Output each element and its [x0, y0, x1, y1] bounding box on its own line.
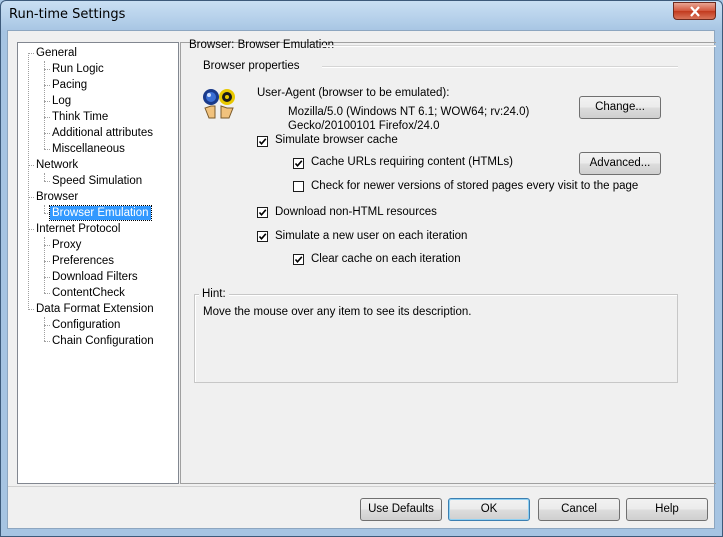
- check-newer-versions-label[interactable]: Check for newer versions of stored pages…: [311, 180, 638, 192]
- cache-urls-checkbox[interactable]: [293, 158, 304, 169]
- tree-item-general[interactable]: General: [34, 46, 79, 60]
- simulate-new-user-checkbox[interactable]: [257, 231, 268, 242]
- use-defaults-button[interactable]: Use Defaults: [360, 498, 442, 521]
- tree-item-additional-attributes[interactable]: Additional attributes: [50, 126, 155, 140]
- tree-item-think-time[interactable]: Think Time: [50, 110, 110, 124]
- browser-emulation-icon: [203, 89, 235, 119]
- tree-item-miscellaneous[interactable]: Miscellaneous: [50, 142, 127, 156]
- user-agent-value-line2: Gecko/20100101 Firefox/24.0: [288, 120, 440, 132]
- tree-item-chain-configuration[interactable]: Chain Configuration: [50, 334, 156, 348]
- hint-text: Move the mouse over any item to see its …: [203, 306, 472, 318]
- checkmark-icon: [258, 209, 267, 217]
- close-icon: [690, 6, 700, 17]
- user-agent-label: User-Agent (browser to be emulated):: [257, 87, 450, 99]
- simulate-cache-checkbox[interactable]: [257, 136, 268, 147]
- advanced-button[interactable]: Advanced...: [579, 152, 661, 175]
- cancel-button[interactable]: Cancel: [538, 498, 620, 521]
- tree-item-browser-emulation[interactable]: Browser Emulation: [49, 205, 152, 221]
- close-button[interactable]: [673, 2, 716, 20]
- tree-connector: [44, 205, 45, 213]
- clear-cache-checkbox[interactable]: [293, 254, 304, 265]
- clear-cache-label[interactable]: Clear cache on each iteration: [311, 253, 461, 265]
- download-non-html-label[interactable]: Download non-HTML resources: [275, 206, 437, 218]
- footer-divider: [8, 486, 714, 487]
- cache-urls-label[interactable]: Cache URLs requiring content (HTMLs): [311, 156, 513, 168]
- tree-item-pacing[interactable]: Pacing: [50, 78, 89, 92]
- download-non-html-checkbox[interactable]: [257, 207, 268, 218]
- tree-item-proxy[interactable]: Proxy: [50, 238, 83, 252]
- title-bar[interactable]: Run-time Settings: [1, 1, 722, 31]
- simulate-new-user-label[interactable]: Simulate a new user on each iteration: [275, 230, 467, 242]
- tree-item-browser[interactable]: Browser: [34, 190, 80, 204]
- settings-tree[interactable]: General Run Logic Pacing Log Think Time Addit…: [17, 42, 179, 484]
- tree-item-speed-simulation[interactable]: Speed Simulation: [50, 174, 144, 188]
- section-divider: [322, 66, 678, 68]
- tree-item-configuration[interactable]: Configuration: [50, 318, 122, 332]
- heading-divider: [322, 45, 716, 47]
- tree-item-internet-protocol[interactable]: Internet Protocol: [34, 222, 122, 236]
- tree-item-preferences[interactable]: Preferences: [50, 254, 116, 268]
- change-button[interactable]: Change...: [579, 96, 661, 119]
- hint-title: Hint:: [199, 288, 229, 300]
- checkmark-icon: [294, 256, 303, 264]
- tree-item-download-filters[interactable]: Download Filters: [50, 270, 140, 284]
- tree-item-run-logic[interactable]: Run Logic: [50, 62, 106, 76]
- tree-connector: [44, 61, 45, 149]
- user-agent-value-line1: Mozilla/5.0 (Windows NT 6.1; WOW64; rv:2…: [288, 106, 530, 118]
- tree-item-contentcheck[interactable]: ContentCheck: [50, 286, 127, 300]
- tree-connector: [44, 317, 45, 341]
- window-title: Run-time Settings: [9, 7, 126, 22]
- checkmark-icon: [258, 233, 267, 241]
- simulate-cache-label[interactable]: Simulate browser cache: [275, 134, 398, 146]
- tree-connector: [28, 53, 29, 310]
- checkmark-icon: [294, 160, 303, 168]
- check-newer-versions-checkbox[interactable]: [293, 181, 304, 192]
- panel-heading: Browser: Browser Emulation: [189, 39, 335, 51]
- tree-item-log[interactable]: Log: [50, 94, 73, 108]
- tree-item-network[interactable]: Network: [34, 158, 80, 172]
- tree-connector: [44, 173, 45, 181]
- ok-button[interactable]: OK: [448, 498, 530, 521]
- tree-item-data-format-extension[interactable]: Data Format Extension: [34, 302, 156, 316]
- checkmark-icon: [258, 138, 267, 146]
- section-title: Browser properties: [203, 60, 300, 72]
- help-button[interactable]: Help: [626, 498, 708, 521]
